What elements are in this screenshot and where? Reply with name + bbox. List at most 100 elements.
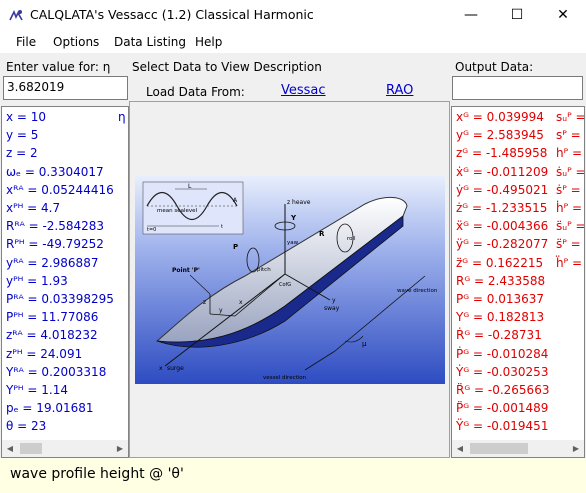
output-data-row-secondary[interactable]: ḣᴾ = (556, 201, 582, 216)
output-data-row[interactable]: zᴳ = -1.485958 (456, 146, 547, 161)
input-data-list[interactable]: x = 10 y = 5 z = 2 ωₑ = 0.3304017 xᴿᴬ = 0.05… (1, 106, 129, 458)
point-p-label: Point 'P' (172, 267, 200, 274)
output-data-row[interactable]: yᴳ = 2.583945 (456, 128, 544, 143)
input-data-row[interactable]: yᴾᴴ = 1.93 (6, 274, 68, 289)
input-label: Enter value for: η (6, 60, 111, 74)
title-bar: CALQLATA's Vessacc (1.2) Classical Harmo… (0, 0, 586, 31)
app-window: CALQLATA's Vessacc (1.2) Classical Harmo… (0, 0, 586, 493)
input-data-row[interactable]: Pᴾᴴ = 11.77086 (6, 310, 98, 325)
value-input-text: 3.682019 (7, 80, 65, 94)
input-data-row[interactable]: Rᴾᴴ = -49.79252 (6, 237, 104, 252)
x-axis-label: x (159, 365, 163, 372)
left-list-scrollbar[interactable]: ◀ ▶ (2, 440, 128, 457)
scroll-left-arrow-icon[interactable]: ◀ (2, 440, 18, 457)
input-data-row[interactable]: xᴿᴬ = 0.05244416 (6, 183, 114, 198)
input-data-row[interactable]: zᴿᴬ = 4.018232 (6, 328, 98, 343)
output-data-row-secondary[interactable]: hᴾ = (556, 146, 582, 161)
menu-help[interactable]: Help (195, 35, 222, 49)
status-bar: wave profile height @ 'θ' (0, 458, 586, 493)
input-data-row[interactable]: Yᴿᴬ = 0.2003318 (6, 365, 106, 380)
input-data-row[interactable]: y = 5 (6, 128, 38, 143)
output-data-row[interactable]: ẏᴳ = -0.495021 (456, 183, 548, 198)
vessel-motion-diagram: L A mean sealevel t=0 t z heave y sway x… (135, 176, 445, 384)
input-data-row[interactable]: x = 10 (6, 110, 46, 125)
menu-data-listing[interactable]: Data Listing (114, 35, 186, 49)
surge-label: surge (167, 365, 184, 372)
yaw-label: yaw (287, 240, 299, 246)
value-input[interactable]: 3.682019 (3, 76, 128, 100)
right-list-scrollbar[interactable]: ◀ ▶ (452, 440, 584, 457)
output-data-row-secondary[interactable]: ṡᴾ = (556, 183, 581, 198)
input-data-row[interactable]: Yᴾᴴ = 1.14 (6, 383, 68, 398)
pitch-symbol: P (233, 243, 238, 251)
window-title: CALQLATA's Vessacc (1.2) Classical Harmo… (30, 7, 314, 22)
app-icon (9, 10, 23, 21)
t-label: t (221, 224, 223, 230)
vessel-direction-label: vessel direction (263, 375, 307, 381)
input-data-row[interactable]: pₑ = 19.01681 (6, 401, 94, 416)
close-button[interactable]: ✕ (540, 0, 586, 31)
output-data-row-secondary[interactable]: ḧᴾ = (556, 256, 582, 271)
mean-sealevel-label: mean sealevel (157, 208, 198, 214)
rao-link[interactable]: RAO (386, 83, 413, 98)
output-data-row-secondary[interactable]: s̈ᴾ = (556, 237, 581, 252)
status-text: wave profile height @ 'θ' (10, 466, 184, 482)
output-data-row[interactable]: Ÿᴳ = -0.019451 (456, 419, 548, 434)
output-data-row-secondary[interactable]: ṡᵤᴾ = (556, 165, 584, 180)
menu-options[interactable]: Options (53, 35, 99, 49)
output-data-row[interactable]: z̈ᴳ = 0.162215 (456, 256, 543, 271)
output-data-list[interactable]: xᴳ = 0.039994 yᴳ = 2.583945 zᴳ = -1.485958… (451, 106, 585, 458)
input-data-row[interactable]: θ = 23 (6, 419, 46, 434)
y-offset-label: y (219, 307, 223, 314)
input-data-row[interactable]: ωₑ = 0.3304017 (6, 165, 104, 180)
scroll-right-arrow-icon[interactable]: ▶ (568, 440, 584, 457)
menu-bar: File Options Data Listing Help (0, 31, 586, 53)
t0-label: t=0 (147, 227, 156, 233)
select-data-label: Select Data to View Description (132, 60, 322, 74)
scroll-thumb[interactable] (470, 443, 528, 454)
output-data-row[interactable]: Ẏᴳ = -0.030253 (456, 365, 548, 380)
output-data-row[interactable]: Ṗᴳ = -0.010284 (456, 347, 548, 362)
output-data-row[interactable]: Pᴳ = 0.013637 (456, 292, 544, 307)
output-data-row[interactable]: Ṙᴳ = -0.28731 (456, 328, 542, 343)
x-offset-label: x (239, 299, 243, 306)
output-data-row-secondary[interactable]: s̈ᵤᴾ = (556, 219, 584, 234)
sway-label: sway (324, 305, 340, 312)
minimize-button[interactable]: — (448, 0, 494, 31)
output-data-row[interactable]: Yᴳ = 0.182813 (456, 310, 544, 325)
roll-label: roll (347, 236, 356, 242)
input-data-row[interactable]: Rᴿᴬ = -2.584283 (6, 219, 104, 234)
eta-indicator: η (118, 110, 126, 124)
yaw-symbol: Y (290, 214, 297, 222)
pitch-label: pitch (257, 267, 271, 273)
output-data-row-secondary[interactable]: sᴾ = (556, 128, 581, 143)
output-data-row[interactable]: ẋᴳ = -0.011209 (456, 165, 548, 180)
vessac-link[interactable]: Vessac (281, 83, 326, 98)
menu-file[interactable]: File (16, 35, 36, 49)
output-data-row[interactable]: R̈ᴳ = -0.265663 (456, 383, 549, 398)
output-field[interactable] (452, 76, 583, 100)
output-data-row[interactable]: xᴳ = 0.039994 (456, 110, 544, 125)
input-data-row[interactable]: zᴾᴴ = 24.091 (6, 347, 82, 362)
load-data-label: Load Data From: (146, 85, 245, 99)
input-data-row[interactable]: Pᴿᴬ = 0.03398295 (6, 292, 114, 307)
output-data-row[interactable]: P̈ᴳ = -0.001489 (456, 401, 548, 416)
output-data-row[interactable]: ÿᴳ = -0.282077 (456, 237, 548, 252)
output-data-row-secondary[interactable]: sᵤᴾ = (556, 110, 584, 125)
output-data-row[interactable]: Rᴳ = 2.433588 (456, 274, 545, 289)
cofg-label: CofG (279, 282, 291, 288)
roll-symbol: R (319, 230, 325, 238)
input-data-row[interactable]: yᴿᴬ = 2.986887 (6, 256, 98, 271)
mu-label: μ (362, 340, 367, 348)
output-label: Output Data: (455, 60, 534, 74)
y-axis-label: y (332, 297, 336, 304)
input-data-row[interactable]: xᴾᴴ = 4.7 (6, 201, 60, 216)
output-data-row[interactable]: ẍᴳ = -0.004366 (456, 219, 548, 234)
output-data-row[interactable]: żᴳ = -1.233515 (456, 201, 547, 216)
scroll-left-arrow-icon[interactable]: ◀ (452, 440, 468, 457)
maximize-button[interactable]: ☐ (494, 0, 540, 31)
scroll-right-arrow-icon[interactable]: ▶ (112, 440, 128, 457)
scroll-thumb[interactable] (20, 443, 42, 454)
wave-direction-label: wave direction (397, 288, 438, 294)
input-data-row[interactable]: z = 2 (6, 146, 38, 161)
